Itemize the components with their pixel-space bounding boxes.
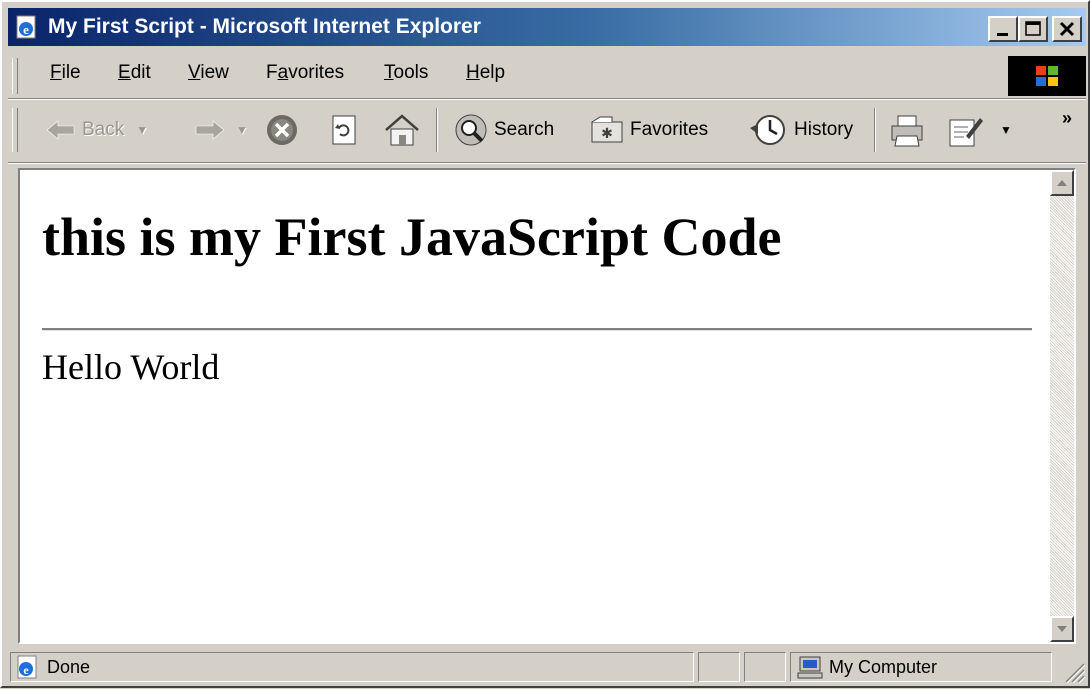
toolbar-overflow-chevron[interactable]: » — [1062, 108, 1072, 129]
forward-dropdown-icon[interactable]: ▼ — [236, 123, 248, 137]
resize-grip-icon — [1065, 663, 1086, 684]
page-text: Hello World — [42, 347, 220, 387]
toolbar-content-divider — [8, 162, 1086, 164]
home-button[interactable] — [382, 108, 422, 152]
title-bar[interactable]: e My First Script - Microsoft Internet E… — [8, 8, 1086, 46]
refresh-button[interactable] — [326, 108, 362, 152]
minimize-button[interactable] — [988, 16, 1018, 42]
edit-icon — [949, 118, 983, 147]
stop-button[interactable] — [264, 108, 300, 152]
window-title: My First Script - Microsoft Internet Exp… — [48, 15, 481, 38]
status-panel-empty — [698, 652, 740, 682]
svg-text:e: e — [23, 22, 29, 37]
zone-panel[interactable]: My Computer — [790, 652, 1052, 682]
menu-edit[interactable]: Edit — [118, 62, 151, 84]
scroll-up-button[interactable] — [1050, 170, 1074, 196]
menu-help[interactable]: Help — [466, 62, 505, 84]
close-icon — [1059, 21, 1075, 37]
search-button[interactable]: Search — [452, 108, 554, 152]
home-icon — [385, 114, 419, 146]
standard-toolbar: Back ▼ ▼ Search ✱ Favorites History ▼ » — [8, 102, 1086, 160]
back-arrow-icon — [46, 120, 75, 140]
resize-grip[interactable] — [1060, 658, 1086, 684]
scroll-up-arrow-icon — [1057, 180, 1067, 186]
status-panel-empty — [744, 652, 786, 682]
status-text-panel: e Done — [10, 652, 694, 682]
computer-icon — [797, 656, 823, 679]
status-bar: e Done My Computer — [8, 650, 1086, 684]
stop-icon — [267, 115, 297, 145]
edit-button[interactable]: ▼ — [946, 108, 1012, 152]
menu-tools[interactable]: Tools — [384, 62, 428, 84]
history-button[interactable]: History — [748, 108, 853, 152]
minimize-icon — [997, 33, 1008, 36]
forward-button[interactable]: ▼ — [192, 108, 248, 152]
scroll-down-button[interactable] — [1050, 616, 1074, 642]
toolbar-grip[interactable] — [12, 108, 18, 152]
menu-file[interactable]: File — [50, 62, 81, 84]
refresh-icon — [332, 115, 356, 145]
menu-bar: File Edit View Favorites Tools Help — [8, 54, 1086, 98]
ie-page-icon[interactable]: e — [14, 14, 40, 40]
ie-page-icon: e — [17, 655, 37, 679]
horizontal-rule — [42, 328, 1032, 331]
close-button[interactable] — [1052, 16, 1082, 42]
back-dropdown-icon[interactable]: ▼ — [136, 123, 148, 137]
history-icon — [750, 115, 785, 145]
edit-dropdown-icon[interactable]: ▼ — [1000, 123, 1012, 137]
status-text: Done — [47, 656, 91, 677]
favorites-icon: ✱ — [591, 116, 623, 143]
forward-arrow-icon — [195, 120, 225, 140]
windows-flag-icon — [1036, 66, 1058, 86]
toolbar-separator — [436, 108, 438, 152]
document-viewport: this is my First JavaScript Code Hello W… — [18, 168, 1076, 644]
zone-label: My Computer — [829, 656, 938, 677]
menu-toolbar-divider — [8, 98, 1086, 100]
print-icon — [891, 115, 923, 147]
menubar-grip[interactable] — [12, 58, 18, 94]
page-body: this is my First JavaScript Code Hello W… — [20, 170, 1050, 642]
windows-logo — [1008, 56, 1086, 96]
browser-window: e My First Script - Microsoft Internet E… — [0, 0, 1090, 688]
favorites-button[interactable]: ✱ Favorites — [588, 108, 708, 152]
vertical-scrollbar[interactable] — [1050, 170, 1074, 642]
search-icon — [455, 114, 487, 146]
toolbar-separator — [874, 108, 876, 152]
menu-view[interactable]: View — [188, 62, 229, 84]
svg-text:e: e — [23, 663, 29, 677]
maximize-icon — [1025, 21, 1041, 36]
menu-favorites[interactable]: Favorites — [266, 62, 344, 84]
svg-text:✱: ✱ — [601, 125, 613, 141]
maximize-button[interactable] — [1018, 16, 1048, 42]
scroll-down-arrow-icon — [1057, 626, 1067, 632]
print-button[interactable] — [888, 108, 928, 152]
page-heading: this is my First JavaScript Code — [42, 207, 782, 267]
back-button[interactable]: Back ▼ — [44, 108, 148, 152]
